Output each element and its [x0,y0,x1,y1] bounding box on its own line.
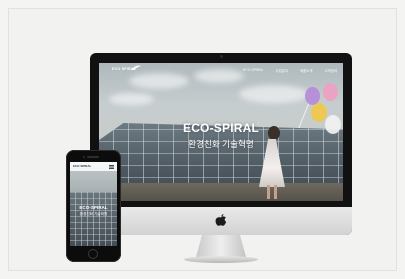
home-button-icon [88,249,98,259]
cloud [239,85,309,103]
imac-camera-icon [220,55,223,58]
phone-camera-icon [83,156,85,158]
hero-title: ECO-SPIRAL [182,121,259,135]
balloon-pink [323,83,338,101]
site-navbar: ECO SPIRAL ECO-SPIRAL 사업분야 제품소개 고객센터 [99,63,343,79]
hero-subtitle: 환경친화 기술혁명 [188,139,254,149]
hamburger-menu-icon[interactable] [109,164,114,169]
girl-legs [267,185,279,199]
imac-stand [196,235,246,257]
mobile-solar-panels [70,192,117,246]
cloud [109,93,154,105]
nav-item-support[interactable]: 고객센터 [325,68,337,73]
mobile-hero-subtitle: 환경친화 기술혁명 [79,212,108,216]
balloon-yellow [311,103,327,122]
mobile-hero-title: ECO-SPIRAL [79,205,108,210]
mobile-website-screen: ECO SPIRAL ECO-SPIRAL 환경친화 기술혁명 [70,162,117,246]
mobile-site-logo[interactable]: ECO SPIRAL [73,164,91,168]
leaf-logo-icon [131,65,141,70]
phone-speaker [87,156,99,158]
imac-stand-foot [184,256,258,263]
ground [99,183,343,201]
nav-item-products[interactable]: 제품소개 [300,68,312,73]
desktop-website-screen: ECO SPIRAL ECO-SPIRAL 사업분야 제품소개 고객센터 ECO… [99,63,343,201]
mobile-topbar: ECO SPIRAL [70,162,117,171]
nav-item-about[interactable]: ECO-SPIRAL [243,68,264,73]
nav-item-business[interactable]: 사업분야 [276,68,288,73]
apple-logo-icon [215,214,227,226]
